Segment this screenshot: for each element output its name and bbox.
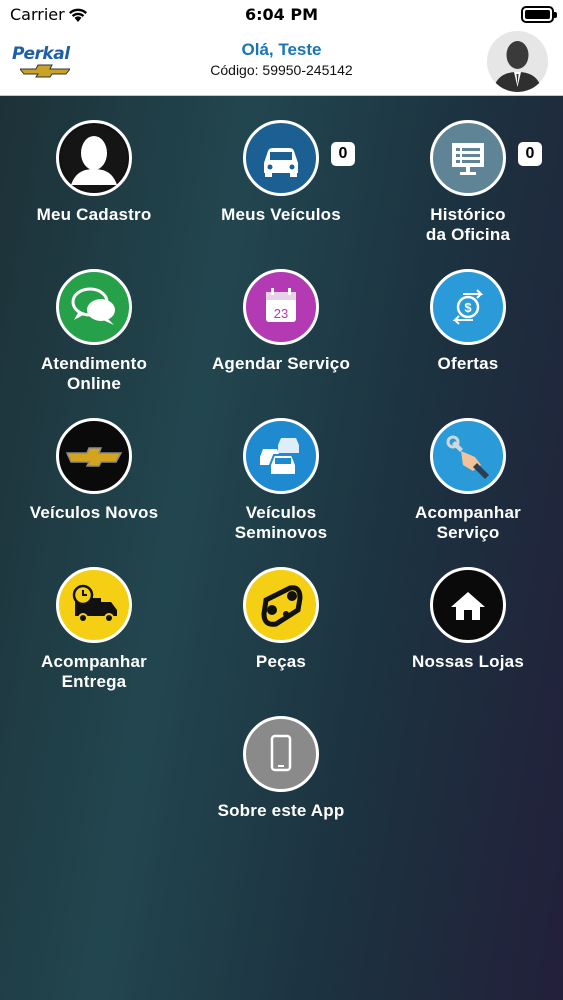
menu-label-line-2: Online	[66, 374, 122, 393]
user-silhouette-icon	[487, 31, 548, 92]
chat-icon	[56, 269, 132, 345]
main-menu: Meu Cadastro Meus Veículos 0 Histórico da…	[0, 96, 563, 1000]
battery-icon	[521, 6, 557, 23]
menu-label: Agendar Serviço	[211, 354, 351, 373]
belt-pulley-icon	[243, 567, 319, 643]
menu-label-line-1: Veículos	[245, 503, 317, 522]
cars-icon	[243, 418, 319, 494]
menu-label: Veículos Novos	[29, 503, 159, 522]
menu-label-line-1: Acompanhar	[415, 503, 521, 522]
avatar[interactable]	[487, 31, 548, 92]
status-bar: Carrier 6:04 PM	[0, 0, 563, 30]
money-exchange-icon: $	[430, 269, 506, 345]
menu-label-line-1: Acompanhar	[41, 652, 147, 671]
menu-label: Nossas Lojas	[411, 652, 524, 671]
car-icon	[243, 120, 319, 196]
menu-label-line-2: Serviço	[436, 523, 500, 542]
menu-label: Veículos Seminovos	[191, 503, 371, 543]
customer-code: Código: 59950-245142	[210, 62, 353, 78]
delivery-truck-icon	[56, 567, 132, 643]
vehicles-count-badge: 0	[331, 142, 355, 166]
menu-label-line-1: Histórico	[430, 205, 506, 224]
menu-label: Acompanhar Serviço	[378, 503, 558, 543]
phone-icon	[243, 716, 319, 792]
menu-label: Atendimento Online	[4, 354, 184, 394]
chevrolet-bowtie-icon	[56, 418, 132, 494]
menu-label: Peças	[255, 652, 307, 671]
menu-label-line-2: Entrega	[61, 672, 127, 691]
svg-text:$: $	[464, 300, 472, 315]
status-time: 6:04 PM	[244, 5, 318, 24]
calendar-icon: 23	[243, 269, 319, 345]
menu-label: Sobre este App	[217, 801, 345, 820]
person-icon	[56, 120, 132, 196]
wrench-hand-icon	[430, 418, 506, 494]
menu-label: Meu Cadastro	[36, 205, 152, 224]
menu-label: Ofertas	[437, 354, 499, 373]
list-board-icon	[430, 120, 506, 196]
app-header: Perkal Olá, Teste Código: 59950-245142	[0, 30, 563, 96]
menu-label: Meus Veículos	[221, 205, 341, 224]
menu-label: Histórico da Oficina	[378, 205, 558, 245]
house-icon	[430, 567, 506, 643]
menu-label-line-2: da Oficina	[425, 225, 511, 244]
menu-label: Acompanhar Entrega	[4, 652, 184, 692]
history-count-badge: 0	[518, 142, 542, 166]
menu-label-line-1: Atendimento	[40, 354, 148, 373]
menu-label-line-2: Seminovos	[234, 523, 328, 542]
greeting-text: Olá, Teste	[241, 40, 322, 59]
calendar-day: 23	[274, 306, 288, 321]
